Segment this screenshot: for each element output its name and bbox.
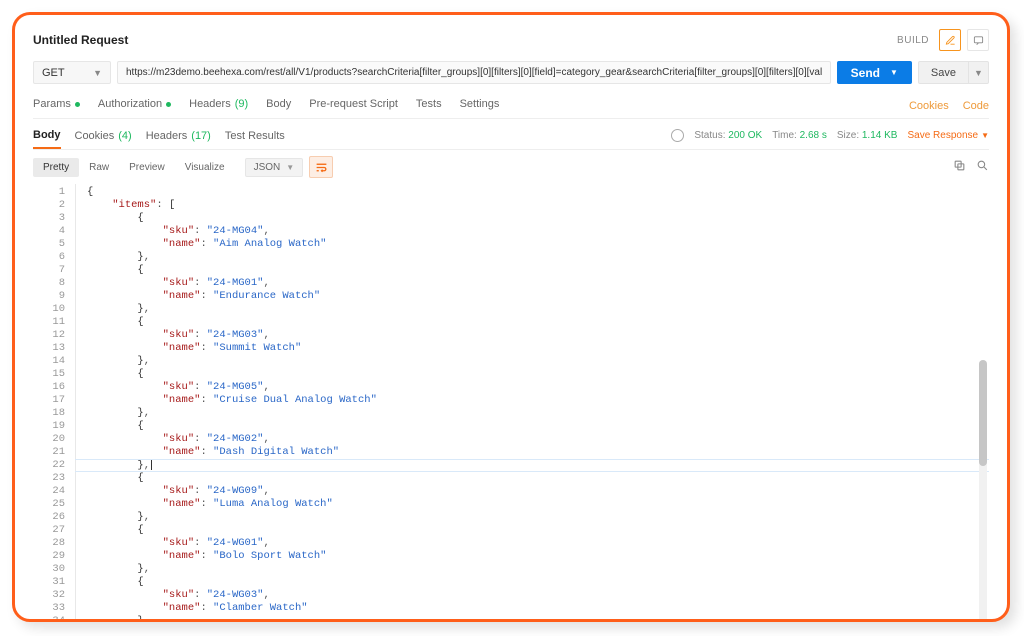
code-line[interactable]: "items": [ bbox=[87, 199, 989, 212]
size-value: 1.14 KB bbox=[862, 130, 898, 141]
build-label: BUILD bbox=[897, 35, 929, 46]
tab-authorization[interactable]: Authorization bbox=[98, 94, 171, 118]
fold-guide bbox=[75, 184, 87, 619]
code-line[interactable]: "name": "Aim Analog Watch" bbox=[87, 238, 989, 251]
globe-icon[interactable] bbox=[671, 129, 684, 142]
code-line[interactable]: "name": "Clamber Watch" bbox=[87, 602, 989, 615]
code-area[interactable]: { "items": [ { "sku": "24-MG04", "name":… bbox=[87, 184, 989, 619]
code-line[interactable]: "name": "Endurance Watch" bbox=[87, 290, 989, 303]
code-line[interactable]: "sku": "24-MG04", bbox=[87, 225, 989, 238]
code-line[interactable]: { bbox=[87, 420, 989, 433]
title-bar: Untitled Request BUILD bbox=[33, 25, 989, 61]
code-line[interactable]: { bbox=[87, 368, 989, 381]
code-line[interactable]: }, bbox=[87, 407, 989, 420]
save-button[interactable]: Save bbox=[918, 61, 969, 84]
code-line[interactable]: { bbox=[87, 316, 989, 329]
code-line[interactable]: }, bbox=[87, 355, 989, 368]
response-tabs: Body Cookies(4) Headers(17) Test Results… bbox=[33, 121, 989, 149]
code-line[interactable]: { bbox=[87, 186, 989, 199]
code-line[interactable]: { bbox=[87, 472, 989, 485]
scrollbar-thumb[interactable] bbox=[979, 360, 987, 466]
code-line[interactable]: "sku": "24-WG03", bbox=[87, 589, 989, 602]
code-line[interactable]: "name": "Cruise Dual Analog Watch" bbox=[87, 394, 989, 407]
code-line[interactable]: "sku": "24-MG03", bbox=[87, 329, 989, 342]
cookies-link[interactable]: Cookies bbox=[909, 100, 949, 112]
tab-settings[interactable]: Settings bbox=[460, 94, 500, 118]
response-toolbar: Pretty Raw Preview Visualize JSON▼ bbox=[33, 150, 989, 184]
view-preview[interactable]: Preview bbox=[119, 158, 175, 177]
tab-body[interactable]: Body bbox=[266, 94, 291, 118]
view-pretty[interactable]: Pretty bbox=[33, 158, 79, 177]
format-select[interactable]: JSON▼ bbox=[245, 158, 304, 177]
request-title: Untitled Request bbox=[33, 33, 128, 47]
request-tabs: Params Authorization Headers(9) Body Pre… bbox=[33, 94, 989, 119]
code-line[interactable]: "sku": "24-MG02", bbox=[87, 433, 989, 446]
url-input[interactable] bbox=[117, 61, 831, 84]
code-line[interactable]: }, bbox=[87, 511, 989, 524]
code-line[interactable]: { bbox=[87, 264, 989, 277]
code-line[interactable]: "sku": "24-MG01", bbox=[87, 277, 989, 290]
time-label: Time: bbox=[772, 130, 797, 141]
code-line[interactable]: "name": "Summit Watch" bbox=[87, 342, 989, 355]
code-line[interactable]: "name": "Dash Digital Watch" bbox=[87, 446, 989, 459]
code-line[interactable]: "sku": "24-MG05", bbox=[87, 381, 989, 394]
tab-params[interactable]: Params bbox=[33, 94, 80, 118]
code-link[interactable]: Code bbox=[963, 100, 989, 112]
code-line[interactable]: { bbox=[87, 212, 989, 225]
line-gutter: 1234567891011121314151617181920212223242… bbox=[33, 184, 75, 619]
save-response-button[interactable]: Save Response ▼ bbox=[907, 130, 989, 141]
edit-icon[interactable] bbox=[939, 29, 961, 51]
code-line[interactable]: }, bbox=[87, 459, 989, 472]
code-line[interactable]: "name": "Bolo Sport Watch" bbox=[87, 550, 989, 563]
code-line[interactable]: { bbox=[87, 576, 989, 589]
save-dropdown[interactable]: ▼ bbox=[969, 61, 989, 84]
code-line[interactable]: "sku": "24-WG09", bbox=[87, 485, 989, 498]
view-raw[interactable]: Raw bbox=[79, 158, 119, 177]
code-line[interactable]: { bbox=[87, 524, 989, 537]
indicator-dot bbox=[75, 102, 80, 107]
code-line[interactable]: }, bbox=[87, 251, 989, 264]
comment-icon[interactable] bbox=[967, 29, 989, 51]
request-url-bar: GET ▼ Send ▼ Save ▼ bbox=[33, 61, 989, 84]
code-line[interactable]: }, bbox=[87, 303, 989, 316]
chevron-down-icon: ▼ bbox=[890, 68, 898, 77]
code-line[interactable]: }, bbox=[87, 615, 989, 619]
method-select[interactable]: GET ▼ bbox=[33, 61, 111, 84]
response-tab-body[interactable]: Body bbox=[33, 121, 61, 149]
time-value: 2.68 s bbox=[800, 130, 827, 141]
response-body-editor[interactable]: 1234567891011121314151617181920212223242… bbox=[33, 184, 989, 619]
chevron-down-icon: ▼ bbox=[93, 68, 102, 78]
size-label: Size: bbox=[837, 130, 859, 141]
code-line[interactable]: "name": "Luma Analog Watch" bbox=[87, 498, 989, 511]
response-tab-headers[interactable]: Headers(17) bbox=[146, 121, 211, 149]
indicator-dot bbox=[166, 102, 171, 107]
method-label: GET bbox=[42, 67, 65, 79]
status-label: Status: bbox=[694, 130, 725, 141]
send-button[interactable]: Send ▼ bbox=[837, 61, 912, 84]
tab-headers[interactable]: Headers(9) bbox=[189, 94, 248, 118]
send-label: Send bbox=[851, 66, 880, 80]
app-window: Untitled Request BUILD GET ▼ Send ▼ bbox=[12, 12, 1010, 622]
response-tab-cookies[interactable]: Cookies(4) bbox=[75, 121, 132, 149]
tab-prerequest[interactable]: Pre-request Script bbox=[309, 94, 398, 118]
code-line[interactable]: }, bbox=[87, 563, 989, 576]
copy-icon[interactable] bbox=[953, 159, 966, 175]
wrap-lines-icon[interactable] bbox=[309, 156, 333, 178]
response-tab-testresults[interactable]: Test Results bbox=[225, 121, 285, 149]
tab-tests[interactable]: Tests bbox=[416, 94, 442, 118]
search-icon[interactable] bbox=[976, 159, 989, 175]
view-visualize[interactable]: Visualize bbox=[175, 158, 235, 177]
status-value: 200 OK bbox=[728, 130, 762, 141]
code-line[interactable]: "sku": "24-WG01", bbox=[87, 537, 989, 550]
